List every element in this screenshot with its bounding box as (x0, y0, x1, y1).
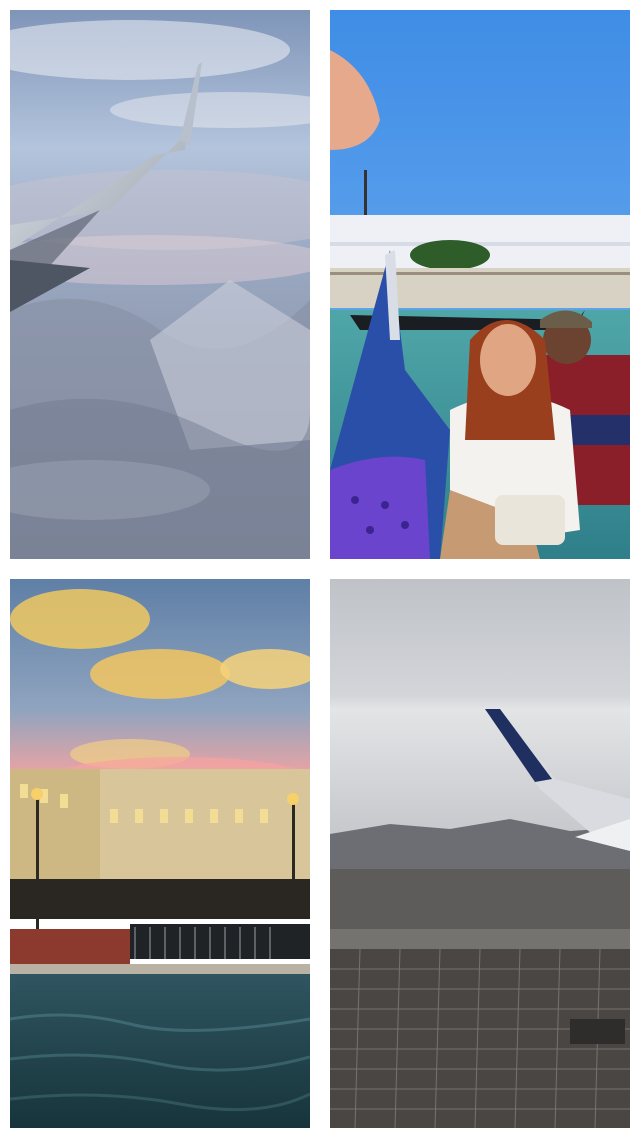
venetian-canal-image (10, 579, 310, 1128)
photo-couple-gondola[interactable] (330, 10, 630, 559)
airplane-wing-clouds-image (10, 10, 310, 559)
photo-airplane-wing-city[interactable] (330, 579, 630, 1128)
photo-venetian-canal[interactable] (10, 579, 310, 1128)
couple-gondola-image (330, 10, 630, 559)
airplane-wing-city-image (330, 579, 630, 1128)
photo-airplane-wing-clouds[interactable] (10, 10, 310, 559)
photo-collage (0, 0, 640, 1138)
